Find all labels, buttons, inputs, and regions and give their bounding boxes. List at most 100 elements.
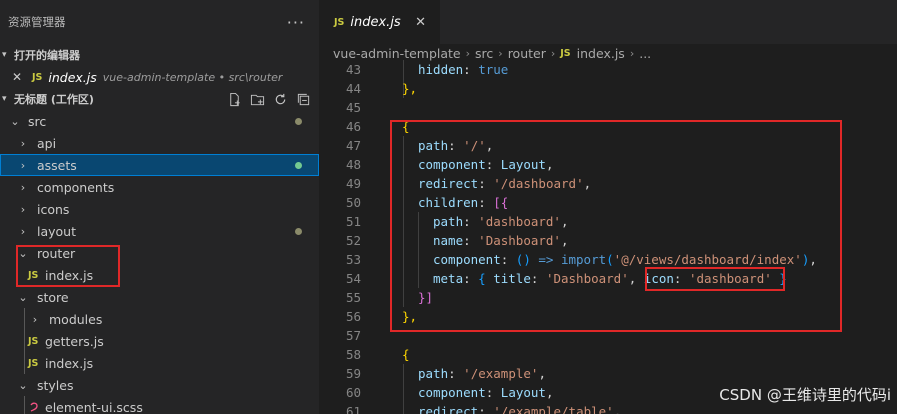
indent-guide xyxy=(24,396,25,414)
tree-folder-store[interactable]: ⌄ store xyxy=(0,286,319,308)
more-actions-icon[interactable]: ··· xyxy=(287,13,305,32)
chevron-down-icon: ▾ xyxy=(2,50,7,60)
code-token: }, xyxy=(402,81,418,96)
refresh-icon[interactable] xyxy=(272,91,288,107)
collapse-all-icon[interactable] xyxy=(295,91,311,107)
explorer-sidebar: 资源管理器 ··· ▾ 打开的编辑器 ✕ JS index.js vue-adm… xyxy=(0,0,319,414)
tree-file-element-ui-scss[interactable]: element-ui.scss xyxy=(0,396,319,414)
code-token: name xyxy=(433,233,464,248)
tree-folder-api[interactable]: › api xyxy=(0,132,319,154)
open-editor-description: vue-admin-template • src\router xyxy=(102,70,283,84)
code-token: '/example/table' xyxy=(493,404,614,414)
tab-bar: JS index.js ✕ xyxy=(319,0,897,44)
breadcrumb-separator-icon: › xyxy=(550,46,556,60)
line-number: 53 xyxy=(345,252,361,267)
editor-area: JS index.js ✕ vue-admin-template › src ›… xyxy=(319,0,897,414)
code-token: hidden xyxy=(418,62,464,77)
code-token: '/dashboard' xyxy=(493,176,584,191)
tree-label: index.js xyxy=(45,355,94,371)
new-folder-icon[interactable] xyxy=(249,91,265,107)
line-number: 58 xyxy=(345,347,361,362)
tree-folder-styles[interactable]: ⌄ styles xyxy=(0,374,319,396)
code-line: 56}, xyxy=(319,307,897,326)
js-file-icon: JS xyxy=(28,357,39,369)
chevron-right-icon: › xyxy=(20,158,26,172)
code-token: => xyxy=(538,252,554,267)
tree-label: store xyxy=(37,289,69,305)
breadcrumb-file[interactable]: index.js xyxy=(577,46,625,61)
open-editors-label: 打开的编辑器 xyxy=(14,49,80,62)
line-number: 61 xyxy=(345,404,361,414)
breadcrumb-item[interactable]: src xyxy=(475,46,493,61)
code-token: component xyxy=(418,385,486,400)
code-line: 55}] xyxy=(319,288,897,307)
breadcrumb-tail[interactable]: ... xyxy=(639,46,651,61)
code-token: '/' xyxy=(463,138,486,153)
explorer-title: 资源管理器 xyxy=(8,15,66,29)
code-line: 43 hidden: true xyxy=(319,60,897,79)
tree-folder-src[interactable]: ⌄ src xyxy=(0,110,319,132)
chevron-down-icon: ⌄ xyxy=(10,114,20,128)
line-number: 54 xyxy=(345,271,361,286)
js-file-icon: JS xyxy=(32,71,43,83)
scss-file-icon xyxy=(28,401,45,413)
new-file-icon[interactable] xyxy=(226,91,242,107)
code-token: redirect xyxy=(418,404,479,414)
tree-folder-router[interactable]: ⌄ router xyxy=(0,242,319,264)
code-line: 48 component: Layout, xyxy=(319,155,897,174)
code-token: }, xyxy=(402,309,418,324)
tab-label: index.js xyxy=(350,14,401,30)
line-number: 46 xyxy=(345,119,361,134)
open-editor-filename: index.js xyxy=(48,69,97,85)
code-token: children xyxy=(418,195,479,210)
code-line: 50 children: [{ xyxy=(319,193,897,212)
file-tree: ⌄ src › api › assets › components › icon… xyxy=(0,110,319,414)
tree-label: getters.js xyxy=(45,333,104,349)
tree-folder-assets[interactable]: › assets xyxy=(0,154,319,176)
tree-folder-layout[interactable]: › layout xyxy=(0,220,319,242)
indent-guide xyxy=(24,352,25,374)
code-line: 44}, xyxy=(319,79,897,98)
tree-folder-components[interactable]: › components xyxy=(0,176,319,198)
code-line: 58 { xyxy=(319,345,897,364)
tree-label: layout xyxy=(37,223,77,239)
close-icon[interactable]: ✕ xyxy=(12,70,26,84)
code-line: 57 xyxy=(319,326,897,345)
tree-label: index.js xyxy=(45,267,94,283)
tree-file-getters[interactable]: JS getters.js xyxy=(0,330,319,352)
line-number: 43 xyxy=(345,62,361,77)
modified-dot-icon xyxy=(295,162,302,169)
code-token: 'dashboard' xyxy=(478,214,561,229)
code-line: 47 path: '/', xyxy=(319,136,897,155)
breadcrumb-item[interactable]: vue-admin-template xyxy=(333,46,461,61)
tree-label: icons xyxy=(37,201,70,217)
breadcrumb-item[interactable]: router xyxy=(508,46,546,61)
modified-dot-icon xyxy=(295,118,302,125)
code-line: 54 meta: { title: 'Dashboard', icon: 'das… xyxy=(319,269,897,288)
workspace-section[interactable]: ▾ 无标题 (工作区) xyxy=(0,88,319,110)
open-editors-section[interactable]: ▾ 打开的编辑器 xyxy=(0,44,319,66)
code-token: '@/views/dashboard/index' xyxy=(613,252,802,267)
tree-folder-icons[interactable]: › icons xyxy=(0,198,319,220)
code-token: Layout xyxy=(500,157,546,172)
code-token: 'Dashboard' xyxy=(545,271,629,286)
code-view[interactable]: 43 hidden: true 44}, 45 46{ 47 path: '/', … xyxy=(319,60,897,414)
line-number: 57 xyxy=(345,328,361,343)
code-token: title xyxy=(493,271,531,286)
code-line: 46 { xyxy=(319,117,897,136)
js-file-icon: JS xyxy=(28,335,39,347)
tree-file-store-index[interactable]: JS index.js xyxy=(0,352,319,374)
code-token: { xyxy=(402,347,410,362)
line-number: 59 xyxy=(345,366,361,381)
close-tab-icon[interactable]: ✕ xyxy=(415,15,426,30)
line-number: 50 xyxy=(345,195,361,210)
open-editor-item[interactable]: ✕ JS index.js vue-admin-template • src\r… xyxy=(0,66,319,88)
tab-index-js[interactable]: JS index.js ✕ xyxy=(319,0,440,44)
watermark: CSDN @王维诗里的代码i xyxy=(719,386,891,404)
tree-label: api xyxy=(37,135,57,151)
line-number: 47 xyxy=(345,138,361,153)
chevron-down-icon: ▾ xyxy=(2,94,7,104)
tree-file-router-index[interactable]: JS index.js xyxy=(0,264,319,286)
code-line: 45 xyxy=(319,98,897,117)
tree-folder-modules[interactable]: › modules xyxy=(0,308,319,330)
